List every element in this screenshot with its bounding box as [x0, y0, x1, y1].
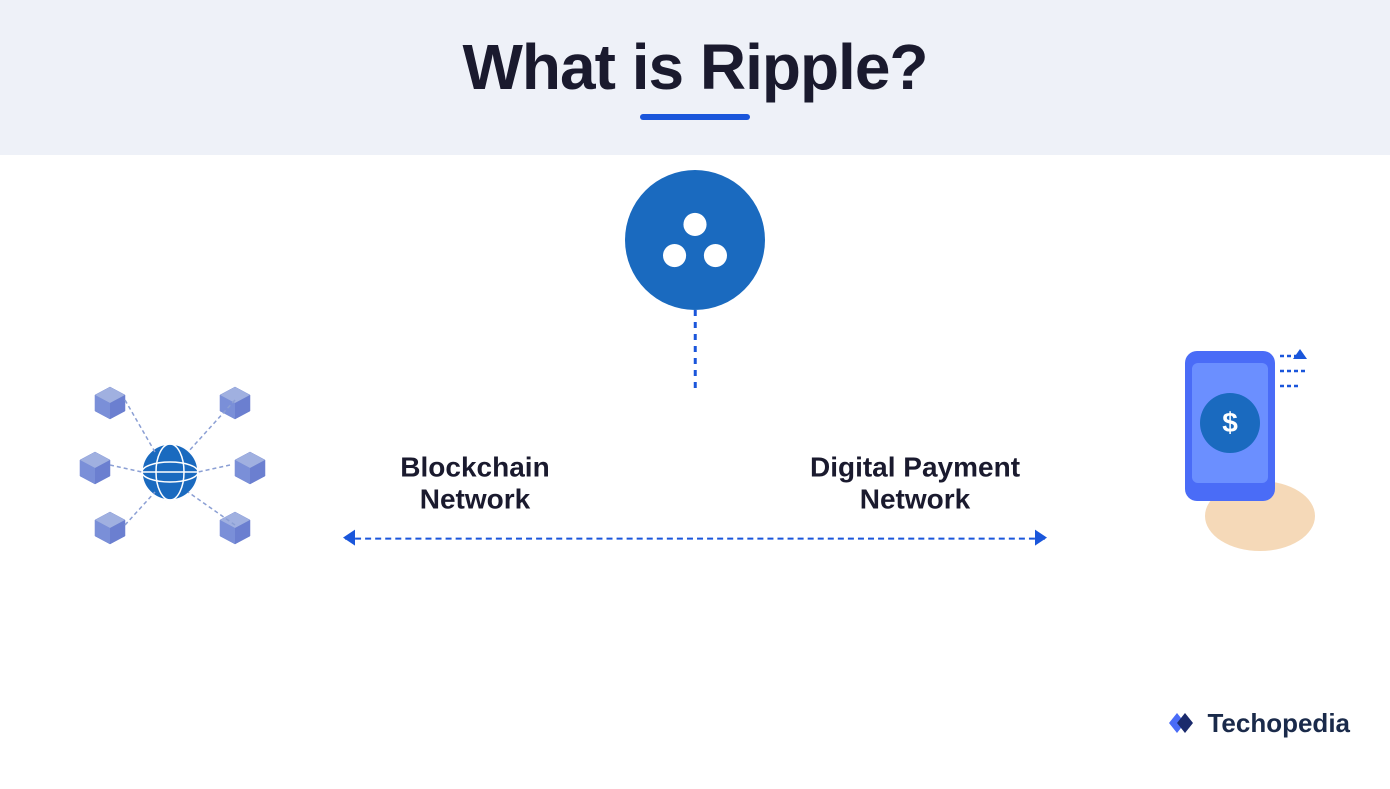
content-area: Blockchain Network Digital Payment Netwo… [0, 155, 1390, 769]
left-label-line2: Network [365, 484, 585, 516]
dotted-arrow-line [345, 528, 1045, 548]
diagram-container: Blockchain Network Digital Payment Netwo… [0, 155, 1390, 769]
right-label-line2: Network [805, 484, 1025, 516]
techopedia-branding: Techopedia [1163, 705, 1350, 741]
title-underline [640, 114, 750, 120]
left-label: Blockchain Network [365, 452, 585, 516]
dotted-line [345, 538, 1045, 540]
ripple-icon [655, 210, 735, 270]
header-band: What is Ripple? [0, 0, 1390, 155]
right-label: Digital Payment Network [805, 452, 1025, 516]
arrow-right-icon [1035, 530, 1047, 546]
page-title: What is Ripple? [463, 30, 928, 104]
blockchain-icon [60, 352, 280, 572]
blockchain-illustration [60, 352, 280, 572]
phone-icon: $ [1170, 341, 1320, 551]
ripple-logo [625, 170, 765, 310]
vertical-dotted-line [694, 310, 697, 390]
arrow-container: Blockchain Network Digital Payment Netwo… [345, 452, 1045, 556]
labels-row: Blockchain Network Digital Payment Netwo… [345, 452, 1045, 516]
payment-illustration: $ [1170, 341, 1330, 561]
right-label-line1: Digital Payment [805, 452, 1025, 484]
left-label-line1: Blockchain [365, 452, 585, 484]
svg-text:$: $ [1222, 407, 1238, 438]
techopedia-icon [1163, 705, 1199, 741]
techopedia-label: Techopedia [1207, 708, 1350, 739]
